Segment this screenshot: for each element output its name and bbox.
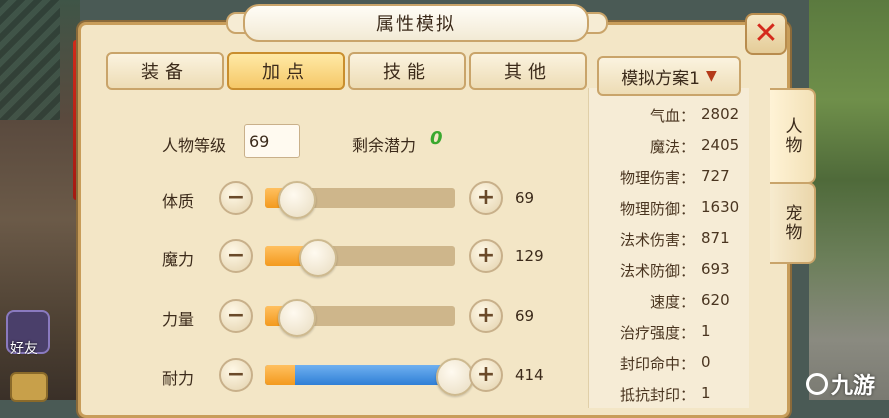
potential-label: 剩余潜力	[352, 136, 417, 155]
stat-name: 封印命中	[619, 355, 680, 373]
potential-value: 0	[430, 128, 443, 149]
stat-name: 法术伤害	[619, 231, 680, 249]
attribute-slider-track[interactable]	[265, 365, 455, 385]
attribute-label: 力量	[162, 310, 195, 329]
attribute-value: 129	[515, 247, 544, 265]
stat-name: 速度	[649, 293, 680, 311]
stat-row: 气血： 2802	[600, 105, 745, 126]
attribute-value: 69	[515, 189, 535, 207]
watermark: 九游	[806, 368, 875, 400]
level-label: 人物等级	[162, 136, 227, 155]
side-tab-pet[interactable]: 宠物	[770, 182, 816, 264]
stat-name: 气血	[649, 107, 680, 125]
attribute-slider-track[interactable]	[265, 246, 455, 266]
close-icon: ✕	[753, 16, 779, 51]
stat-name: 治疗强度	[619, 324, 680, 342]
stat-name: 法术防御	[619, 262, 680, 280]
stat-row: 物理防御： 1630	[600, 198, 745, 219]
attribute-slider-fill	[265, 365, 454, 385]
stat-value: 1	[701, 322, 711, 340]
game-background-right	[809, 0, 889, 400]
stat-value: 2405	[701, 136, 740, 154]
stat-row: 封印命中： 0	[600, 353, 745, 374]
increase-button[interactable]: +	[469, 358, 503, 392]
chevron-down-icon: ▼	[706, 68, 717, 84]
stat-value: 0	[701, 353, 711, 371]
stat-row: 魔法： 2405	[600, 136, 745, 157]
stat-row: 抵抗封印： 1	[600, 384, 745, 405]
stat-value: 693	[701, 260, 730, 278]
attribute-label: 体质	[162, 192, 195, 211]
tab-other[interactable]: 其他	[469, 52, 587, 90]
attribute-value: 414	[515, 366, 544, 384]
watermark-text: 九游	[831, 374, 876, 399]
stat-name: 魔法	[649, 138, 680, 156]
stat-name: 物理防御	[619, 200, 680, 218]
decrease-button[interactable]: −	[219, 299, 253, 333]
friend-label: 好友	[10, 341, 38, 357]
stat-row: 法术防御： 693	[600, 260, 745, 281]
close-button[interactable]: ✕	[745, 13, 787, 55]
stat-value: 2802	[701, 105, 740, 123]
window-title: 属性模拟	[243, 4, 589, 42]
stat-name: 抵抗封印	[619, 386, 680, 404]
chat-icon[interactable]	[10, 372, 48, 402]
stat-value: 1	[701, 384, 711, 402]
attribute-value: 69	[515, 307, 535, 325]
tab-skills[interactable]: 技能	[348, 52, 466, 90]
stat-row: 治疗强度： 1	[600, 322, 745, 343]
plan-select[interactable]: 模拟方案1 ▼	[597, 56, 741, 96]
increase-button[interactable]: +	[469, 239, 503, 273]
decrease-button[interactable]: −	[219, 181, 253, 215]
watermark-logo-icon	[806, 373, 828, 395]
stat-row: 法术伤害： 871	[600, 229, 745, 250]
side-tab-character[interactable]: 人物	[770, 88, 816, 184]
stat-value: 727	[701, 167, 730, 185]
increase-button[interactable]: +	[469, 181, 503, 215]
level-input[interactable]: 69	[244, 124, 300, 158]
stat-row: 物理伤害： 727	[600, 167, 745, 188]
tab-equipment[interactable]: 装备	[106, 52, 224, 90]
stat-value: 871	[701, 229, 730, 247]
decrease-button[interactable]: −	[219, 239, 253, 273]
stat-value: 1630	[701, 198, 740, 216]
stat-value: 620	[701, 291, 730, 309]
increase-button[interactable]: +	[469, 299, 503, 333]
tab-add-points[interactable]: 加点	[227, 52, 345, 90]
plan-label: 模拟方案1	[621, 68, 701, 89]
attribute-label: 耐力	[162, 369, 195, 388]
attribute-label: 魔力	[162, 250, 195, 269]
roof-decoration	[0, 0, 60, 120]
decrease-button[interactable]: −	[219, 358, 253, 392]
stat-row: 速度： 620	[600, 291, 745, 312]
stat-name: 物理伤害	[619, 169, 680, 187]
